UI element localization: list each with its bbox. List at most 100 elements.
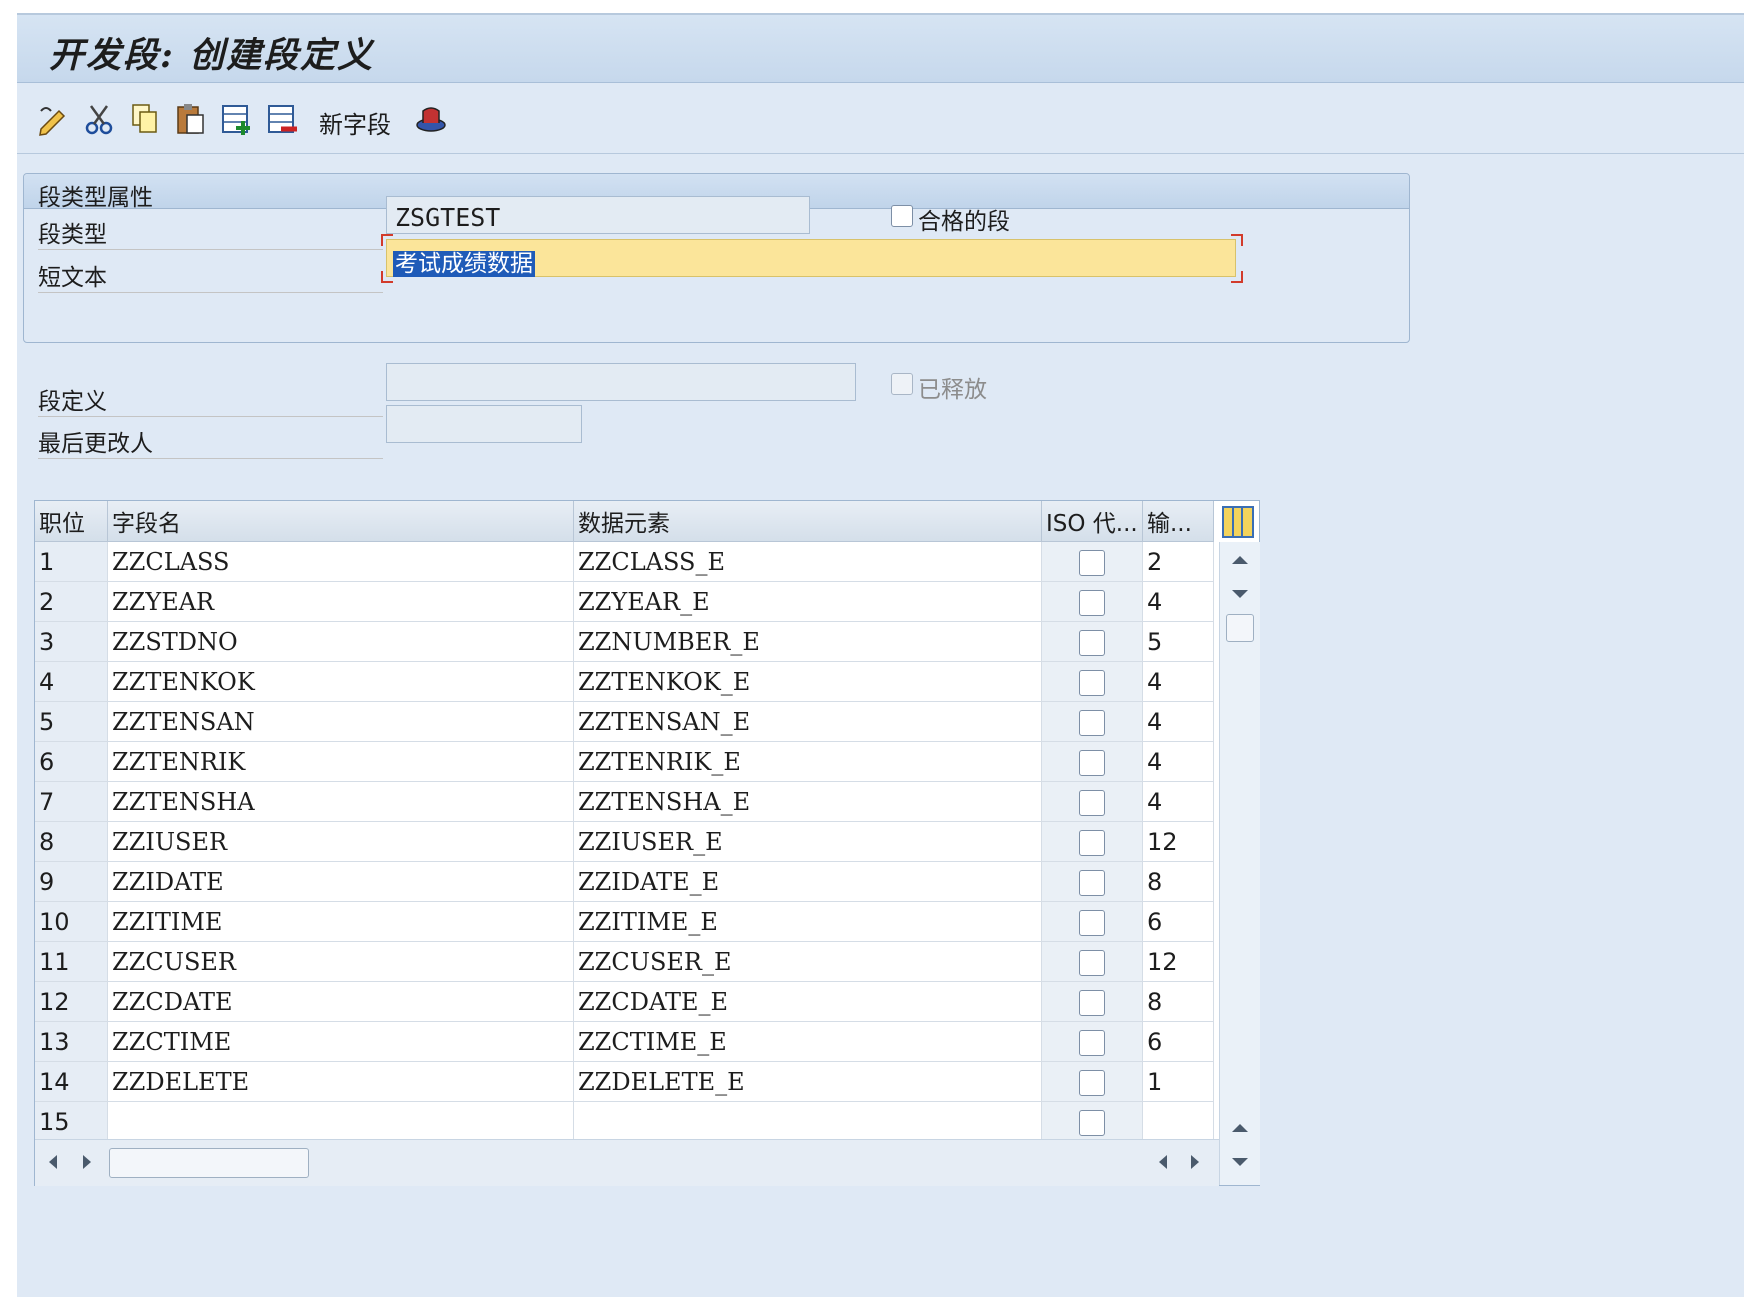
iso-code-checkbox[interactable] (1079, 909, 1105, 936)
cell-position[interactable]: 10 (35, 901, 108, 942)
copy-icon[interactable] (127, 101, 163, 137)
page-down-icon[interactable] (1232, 1158, 1248, 1166)
cell-output-length[interactable]: 8 (1142, 861, 1214, 902)
cell-field-name[interactable]: ZZCLASS (107, 541, 574, 582)
scroll-down-icon[interactable] (1232, 590, 1248, 598)
cell-iso-code[interactable] (1041, 701, 1143, 742)
table-row[interactable]: 8 ZZIUSER ZZIUSER_E 12 (35, 821, 1214, 862)
cell-field-name[interactable]: ZZCTIME (107, 1021, 574, 1062)
cell-iso-code[interactable] (1041, 901, 1143, 942)
edit-icon[interactable] (35, 101, 71, 137)
page-up-icon[interactable] (1232, 1124, 1248, 1132)
released-checkbox[interactable] (891, 373, 913, 395)
cell-position[interactable]: 3 (35, 621, 108, 662)
cell-output-length[interactable]: 1 (1142, 1061, 1214, 1102)
table-row[interactable]: 5 ZZTENSAN ZZTENSAN_E 4 (35, 701, 1214, 742)
cell-iso-code[interactable] (1041, 821, 1143, 862)
last-changed-field[interactable] (386, 405, 582, 443)
cell-output-length[interactable]: 12 (1142, 941, 1214, 982)
horizontal-scrollbar[interactable] (35, 1139, 1219, 1186)
cell-iso-code[interactable] (1041, 981, 1143, 1022)
cell-data-element[interactable]: ZZYEAR_E (573, 581, 1042, 622)
cell-field-name[interactable]: ZZDELETE (107, 1061, 574, 1102)
cell-iso-code[interactable] (1041, 1021, 1143, 1062)
cell-output-length[interactable]: 6 (1142, 1021, 1214, 1062)
cell-position[interactable]: 2 (35, 581, 108, 622)
table-row[interactable]: 3 ZZSTDNO ZZNUMBER_E 5 (35, 621, 1214, 662)
cell-position[interactable]: 4 (35, 661, 108, 702)
cut-icon[interactable] (81, 101, 117, 137)
cell-iso-code[interactable] (1041, 1101, 1143, 1142)
cell-field-name[interactable]: ZZSTDNO (107, 621, 574, 662)
iso-code-checkbox[interactable] (1079, 749, 1105, 776)
cell-data-element[interactable]: ZZNUMBER_E (573, 621, 1042, 662)
paste-icon[interactable] (173, 101, 209, 137)
cell-data-element[interactable]: ZZDELETE_E (573, 1061, 1042, 1102)
iso-code-checkbox[interactable] (1079, 669, 1105, 696)
scroll-thumb[interactable] (1226, 614, 1254, 642)
cell-data-element[interactable]: ZZTENSHA_E (573, 781, 1042, 822)
iso-code-checkbox[interactable] (1079, 949, 1105, 976)
table-row[interactable]: 13 ZZCTIME ZZCTIME_E 6 (35, 1021, 1214, 1062)
cell-data-element[interactable] (573, 1101, 1042, 1142)
cell-output-length[interactable]: 2 (1142, 541, 1214, 582)
iso-code-checkbox[interactable] (1079, 989, 1105, 1016)
table-row[interactable]: 11 ZZCUSER ZZCUSER_E 12 (35, 941, 1214, 982)
cell-iso-code[interactable] (1041, 861, 1143, 902)
iso-code-checkbox[interactable] (1079, 789, 1105, 816)
iso-code-checkbox[interactable] (1079, 629, 1105, 656)
cell-data-element[interactable]: ZZITIME_E (573, 901, 1042, 942)
table-row[interactable]: 4 ZZTENKOK ZZTENKOK_E 4 (35, 661, 1214, 702)
cell-output-length[interactable]: 4 (1142, 741, 1214, 782)
cell-output-length[interactable] (1142, 1101, 1214, 1142)
iso-code-checkbox[interactable] (1079, 869, 1105, 896)
cell-position[interactable]: 15 (35, 1101, 108, 1142)
iso-code-checkbox[interactable] (1079, 549, 1105, 576)
cell-data-element[interactable]: ZZCTIME_E (573, 1021, 1042, 1062)
scroll-right-icon[interactable] (83, 1155, 91, 1169)
delete-row-icon[interactable] (265, 101, 301, 137)
cell-field-name[interactable]: ZZTENSHA (107, 781, 574, 822)
cell-output-length[interactable]: 4 (1142, 661, 1214, 702)
vertical-scrollbar[interactable] (1219, 542, 1260, 1185)
cell-field-name[interactable]: ZZCDATE (107, 981, 574, 1022)
cell-field-name[interactable]: ZZTENSAN (107, 701, 574, 742)
cell-data-element[interactable]: ZZCLASS_E (573, 541, 1042, 582)
cell-field-name[interactable]: ZZIDATE (107, 861, 574, 902)
cell-position[interactable]: 8 (35, 821, 108, 862)
table-row[interactable]: 15 (35, 1101, 1214, 1142)
cell-field-name[interactable]: ZZTENRIK (107, 741, 574, 782)
cell-data-element[interactable]: ZZIDATE_E (573, 861, 1042, 902)
cell-output-length[interactable]: 4 (1142, 701, 1214, 742)
cell-iso-code[interactable] (1041, 1061, 1143, 1102)
cell-position[interactable]: 12 (35, 981, 108, 1022)
table-row[interactable]: 14 ZZDELETE ZZDELETE_E 1 (35, 1061, 1214, 1102)
scroll-left-icon[interactable] (1159, 1155, 1167, 1169)
cell-data-element[interactable]: ZZCDATE_E (573, 981, 1042, 1022)
cell-data-element[interactable]: ZZTENRIK_E (573, 741, 1042, 782)
cell-position[interactable]: 6 (35, 741, 108, 782)
print-icon[interactable] (413, 101, 449, 137)
horizontal-scroll-thumb[interactable] (109, 1148, 309, 1178)
cell-position[interactable]: 7 (35, 781, 108, 822)
cell-data-element[interactable]: ZZTENSAN_E (573, 701, 1042, 742)
iso-code-checkbox[interactable] (1079, 709, 1105, 736)
table-row[interactable]: 2 ZZYEAR ZZYEAR_E 4 (35, 581, 1214, 622)
cell-iso-code[interactable] (1041, 621, 1143, 662)
cell-field-name[interactable]: ZZIUSER (107, 821, 574, 862)
cell-output-length[interactable]: 6 (1142, 901, 1214, 942)
column-header-field-name[interactable]: 字段名 (107, 501, 574, 542)
qualified-segment-checkbox[interactable] (891, 205, 913, 227)
cell-output-length[interactable]: 5 (1142, 621, 1214, 662)
cell-iso-code[interactable] (1041, 661, 1143, 702)
table-row[interactable]: 9 ZZIDATE ZZIDATE_E 8 (35, 861, 1214, 902)
cell-iso-code[interactable] (1041, 781, 1143, 822)
scroll-right-icon[interactable] (1191, 1155, 1199, 1169)
cell-field-name[interactable] (107, 1101, 574, 1142)
table-row[interactable]: 6 ZZTENRIK ZZTENRIK_E 4 (35, 741, 1214, 782)
short-text-field[interactable]: 考试成绩数据 (386, 239, 1236, 277)
cell-iso-code[interactable] (1041, 541, 1143, 582)
cell-position[interactable]: 1 (35, 541, 108, 582)
segment-definition-field[interactable] (386, 363, 856, 401)
iso-code-checkbox[interactable] (1079, 589, 1105, 616)
